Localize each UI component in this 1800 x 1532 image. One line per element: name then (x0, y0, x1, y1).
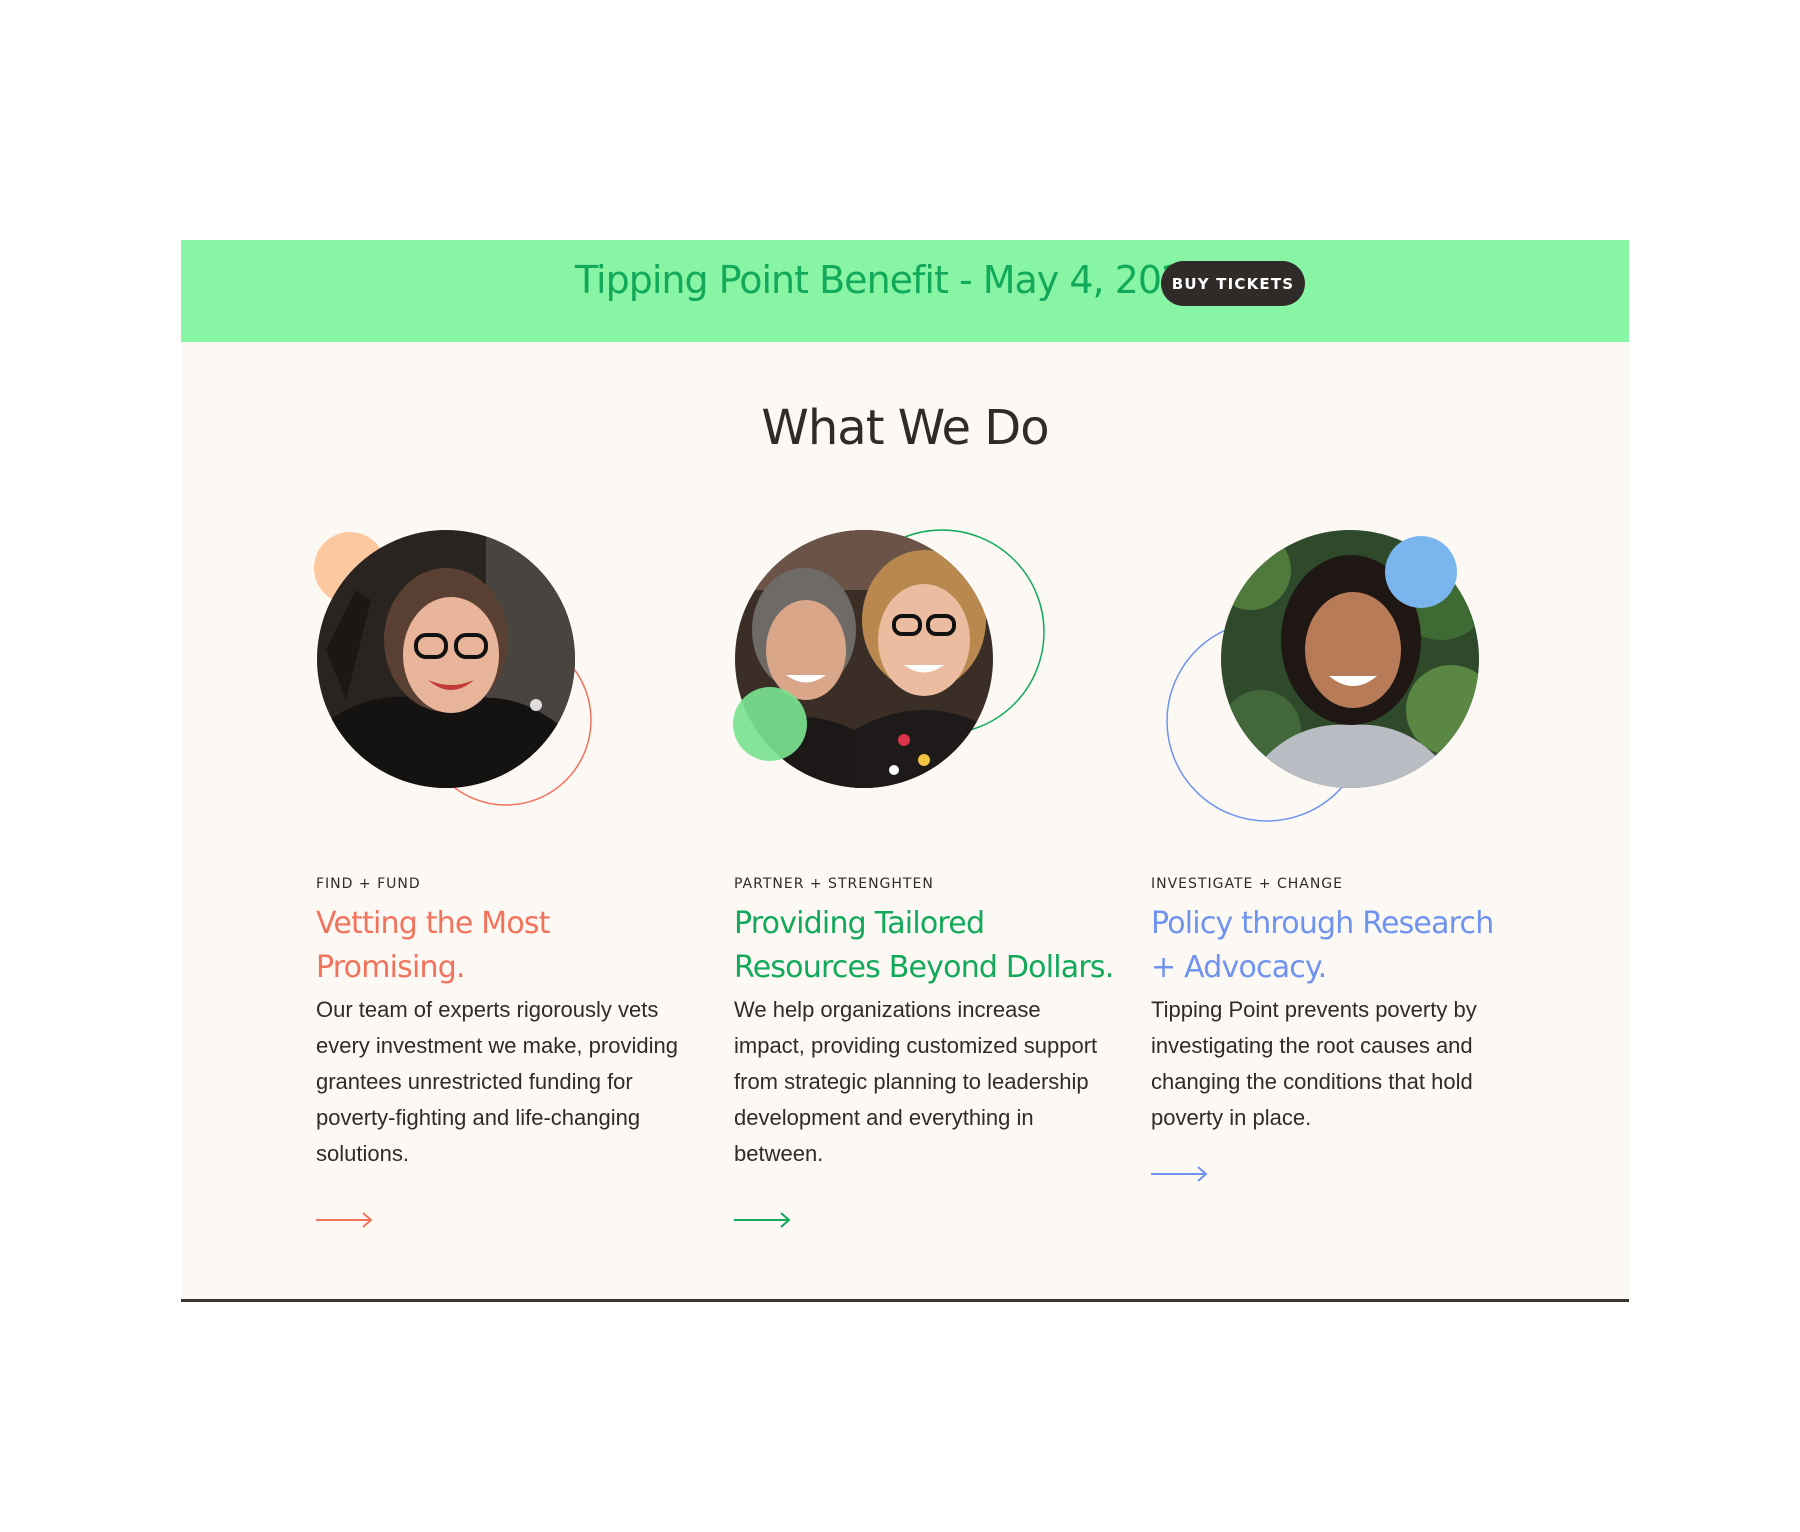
arrow-right-icon[interactable] (734, 1210, 792, 1230)
card-body: Our team of experts rigorously vets ever… (316, 997, 678, 1166)
card-title-line: Providing Tailored (734, 906, 985, 941)
decor-dot (1385, 536, 1457, 608)
decor-dot (733, 687, 807, 761)
event-banner: Tipping Point Benefit - May 4, 2023. BUY… (181, 240, 1629, 342)
arrow-right-icon[interactable] (316, 1210, 374, 1230)
banner-text: Tipping Point Benefit - May 4, 2023. (575, 258, 1220, 302)
card-investigate-change: INVESTIGATE + CHANGE Policy through Rese… (1151, 530, 1571, 1290)
card-body: We help organizations increase impact, p… (734, 997, 1098, 1166)
card-body: Tipping Point prevents poverty by invest… (1151, 997, 1477, 1130)
card-photo-illustration (314, 530, 592, 806)
arrow-right-icon[interactable] (1151, 1164, 1209, 1184)
card-eyebrow: PARTNER + STRENGHTEN (734, 876, 934, 892)
portrait-photo (317, 530, 575, 788)
section-title: What We Do (761, 400, 1049, 456)
card-title-line: Resources Beyond Dollars. (734, 950, 1114, 985)
card-partner-strengthen: PARTNER + STRENGHTEN Providing Tailored … (733, 529, 1154, 1290)
card-eyebrow: FIND + FUND (316, 876, 421, 892)
card-photo-illustration (1166, 530, 1479, 822)
card-photo-group (314, 530, 656, 850)
card-title-line: Policy through Research (1151, 906, 1494, 941)
card-find-fund: FIND + FUND Vetting the Most Promising. … (314, 530, 736, 1290)
card-eyebrow: INVESTIGATE + CHANGE (1151, 876, 1344, 892)
card-title-line: Vetting the Most (316, 906, 551, 941)
card-photo-group (733, 529, 1074, 850)
section-divider (181, 1299, 1629, 1302)
card-title: Vetting the Most Promising. (316, 902, 736, 990)
card-title: Providing Tailored Resources Beyond Doll… (734, 902, 1154, 990)
card-title: Policy through Research + Advocacy. (1151, 902, 1571, 990)
page-frame: Tipping Point Benefit - May 4, 2023. BUY… (181, 240, 1629, 1302)
card-photo-illustration (733, 529, 1045, 788)
card-title-line: Promising. (316, 950, 466, 985)
card-title-line: + Advocacy. (1151, 950, 1327, 985)
buy-tickets-button[interactable]: BUY TICKETS (1161, 261, 1305, 306)
card-photo-group (1151, 530, 1491, 850)
